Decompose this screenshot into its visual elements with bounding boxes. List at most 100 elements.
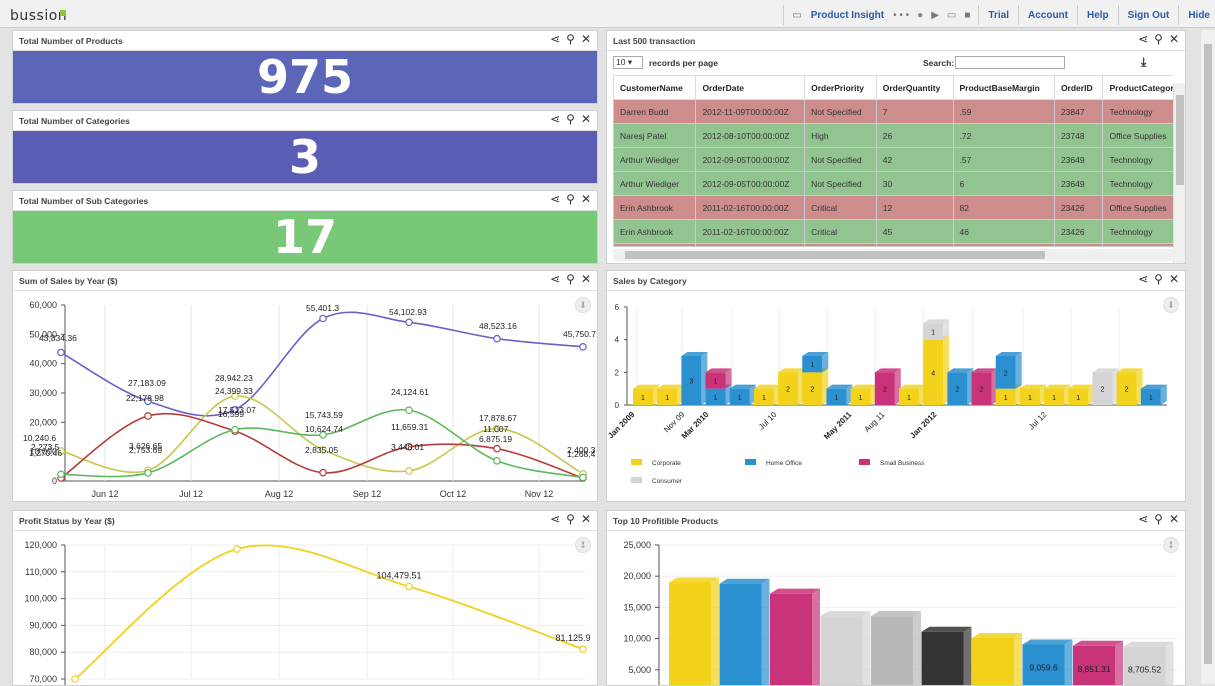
table-cell (1053, 243, 1104, 246)
close-icon[interactable]: ✕ (581, 512, 591, 526)
column-header[interactable]: ProductBaseMargin (952, 75, 1055, 100)
share-icon[interactable]: ⋖ (550, 512, 560, 526)
table-row[interactable]: Erin Ashbrook 2011-02-16T00:00:00Z Critica… (613, 219, 1173, 244)
panel-title: Total Number of Products (19, 36, 123, 46)
search-icon[interactable]: ⚲ (1154, 512, 1163, 526)
bar-label: 4 (931, 370, 935, 377)
close-icon[interactable]: ✕ (581, 32, 591, 46)
data-point (405, 582, 413, 591)
share-icon[interactable]: ⋖ (1138, 512, 1148, 526)
search-icon[interactable]: ⚲ (1154, 272, 1163, 286)
share-icon[interactable]: ⋖ (1138, 32, 1148, 46)
share-icon[interactable]: ⋖ (550, 112, 560, 126)
close-icon[interactable]: ✕ (1169, 32, 1179, 46)
table-cell (952, 243, 1055, 246)
table-row[interactable]: Arthur Wiediger 2012-09-05T00:00:00Z Not S… (613, 147, 1173, 172)
column-header[interactable]: OrderDate (695, 75, 806, 100)
x-tick-label: Sep 12 (353, 489, 382, 499)
y-tick-label: 60,000 (29, 300, 57, 310)
trial-link[interactable]: Trial (983, 10, 1014, 21)
fullscreen-icon[interactable]: ▭ (943, 10, 960, 21)
y-tick-label: 5,000 (628, 665, 651, 675)
share-icon[interactable]: ⋖ (550, 192, 560, 206)
monitor-icon[interactable]: ▭ (788, 10, 805, 21)
table-cell: Naresj Patel (613, 123, 697, 148)
search-icon[interactable]: ⚲ (566, 32, 575, 46)
records-per-page-select[interactable]: 10 ▾ (613, 56, 643, 69)
product-insight-link[interactable]: Product Insight (806, 10, 889, 21)
page-scrollbar[interactable] (1201, 30, 1215, 684)
column-header[interactable]: OrderQuantity (875, 75, 954, 100)
column-header[interactable]: OrderPriority (804, 75, 877, 100)
table-cell (875, 243, 954, 246)
table-row[interactable] (613, 243, 1173, 246)
bar-side (1115, 640, 1123, 685)
data-point (493, 457, 501, 465)
x-tick-label: Mar 2010 (680, 410, 711, 441)
signout-link[interactable]: Sign Out (1123, 10, 1175, 21)
data-label: 22,178.98 (126, 393, 164, 403)
bar (669, 582, 711, 685)
table-cell: 46 (952, 219, 1055, 244)
vertical-scrollbar[interactable] (1173, 83, 1185, 263)
bar-label: 1 (1149, 395, 1153, 402)
x-tick-label: Oct 12 (440, 489, 467, 499)
table-cell: 26 (875, 123, 954, 148)
close-icon[interactable]: ✕ (1169, 512, 1179, 526)
table-row[interactable]: Naresj Patel 2012-08-10T00:00:00Z High 26.7… (613, 123, 1173, 148)
table-cell: 23649 (1053, 171, 1104, 196)
sales-by-year-chart: 010,00020,00030,00040,00050,00060,000Jun… (23, 300, 596, 499)
search-input[interactable] (955, 56, 1065, 69)
close-icon[interactable]: ✕ (581, 272, 591, 286)
account-link[interactable]: Account (1023, 10, 1073, 21)
column-header[interactable]: ProductCategory (1102, 75, 1173, 100)
kpi-value: 975 (13, 50, 597, 104)
share-icon[interactable]: ⋖ (1138, 272, 1148, 286)
search-icon[interactable]: ⚲ (1154, 32, 1163, 46)
bar-label: 1 (762, 395, 766, 402)
bar-label: 8,851.31 (1077, 664, 1110, 674)
share-icon[interactable]: ⋖ (550, 272, 560, 286)
bar-label: 1 (1076, 395, 1080, 402)
data-point (405, 467, 413, 475)
bar-label: 1 (1004, 395, 1008, 402)
column-header[interactable]: CustomerName (613, 75, 697, 100)
table-cell (695, 243, 806, 246)
play-icon[interactable]: ▶ (927, 10, 943, 21)
table-cell: Critical (804, 195, 877, 220)
search-icon[interactable]: ⚲ (566, 112, 575, 126)
bar-label: 3 (689, 379, 693, 386)
close-icon[interactable]: ✕ (1169, 272, 1179, 286)
table-cell (1102, 243, 1173, 246)
share-icon[interactable]: ⋖ (550, 32, 560, 46)
y-tick-label: 10,000 (623, 634, 651, 644)
search-icon[interactable]: ⚲ (566, 512, 575, 526)
column-header[interactable]: OrderID (1053, 75, 1104, 100)
table-row[interactable]: Darren Budd 2012-11-09T00:00:00Z Not Speci… (613, 99, 1173, 124)
search-icon[interactable]: ⚲ (566, 272, 575, 286)
bar-top (871, 611, 921, 617)
download-icon[interactable]: ⤓ (1141, 55, 1146, 70)
more-dots-icon[interactable]: • • • (889, 10, 913, 21)
chevron-circle-icon[interactable]: ● (913, 10, 927, 21)
horizontal-scrollbar[interactable] (613, 249, 1185, 261)
x-tick-label: Jan 2009 (607, 410, 637, 441)
lock-icon[interactable]: ■ (960, 10, 974, 21)
app-logo[interactable]: bussion (10, 8, 67, 24)
table-row[interactable]: Arthur Wiediger 2012-09-05T00:00:00Z Not S… (613, 171, 1173, 196)
data-label: 6,875.19 (479, 434, 512, 444)
bar-label: 2 (883, 387, 887, 394)
close-icon[interactable]: ✕ (581, 192, 591, 206)
y-tick-label: 20,000 (623, 571, 651, 581)
bar-top (1022, 639, 1073, 645)
table-cell: Not Specified (804, 171, 877, 196)
hide-link[interactable]: Hide (1183, 10, 1215, 21)
search-icon[interactable]: ⚲ (566, 192, 575, 206)
help-link[interactable]: Help (1082, 10, 1114, 21)
bar-label: 2 (810, 387, 814, 394)
table-cell: 82 (952, 195, 1055, 220)
table-row[interactable]: Erin Ashbrook 2011-02-16T00:00:00Z Critica… (613, 195, 1173, 220)
y-tick-label: 25,000 (623, 540, 651, 550)
close-icon[interactable]: ✕ (581, 112, 591, 126)
x-tick-label: Jul 12 (1027, 410, 1049, 432)
